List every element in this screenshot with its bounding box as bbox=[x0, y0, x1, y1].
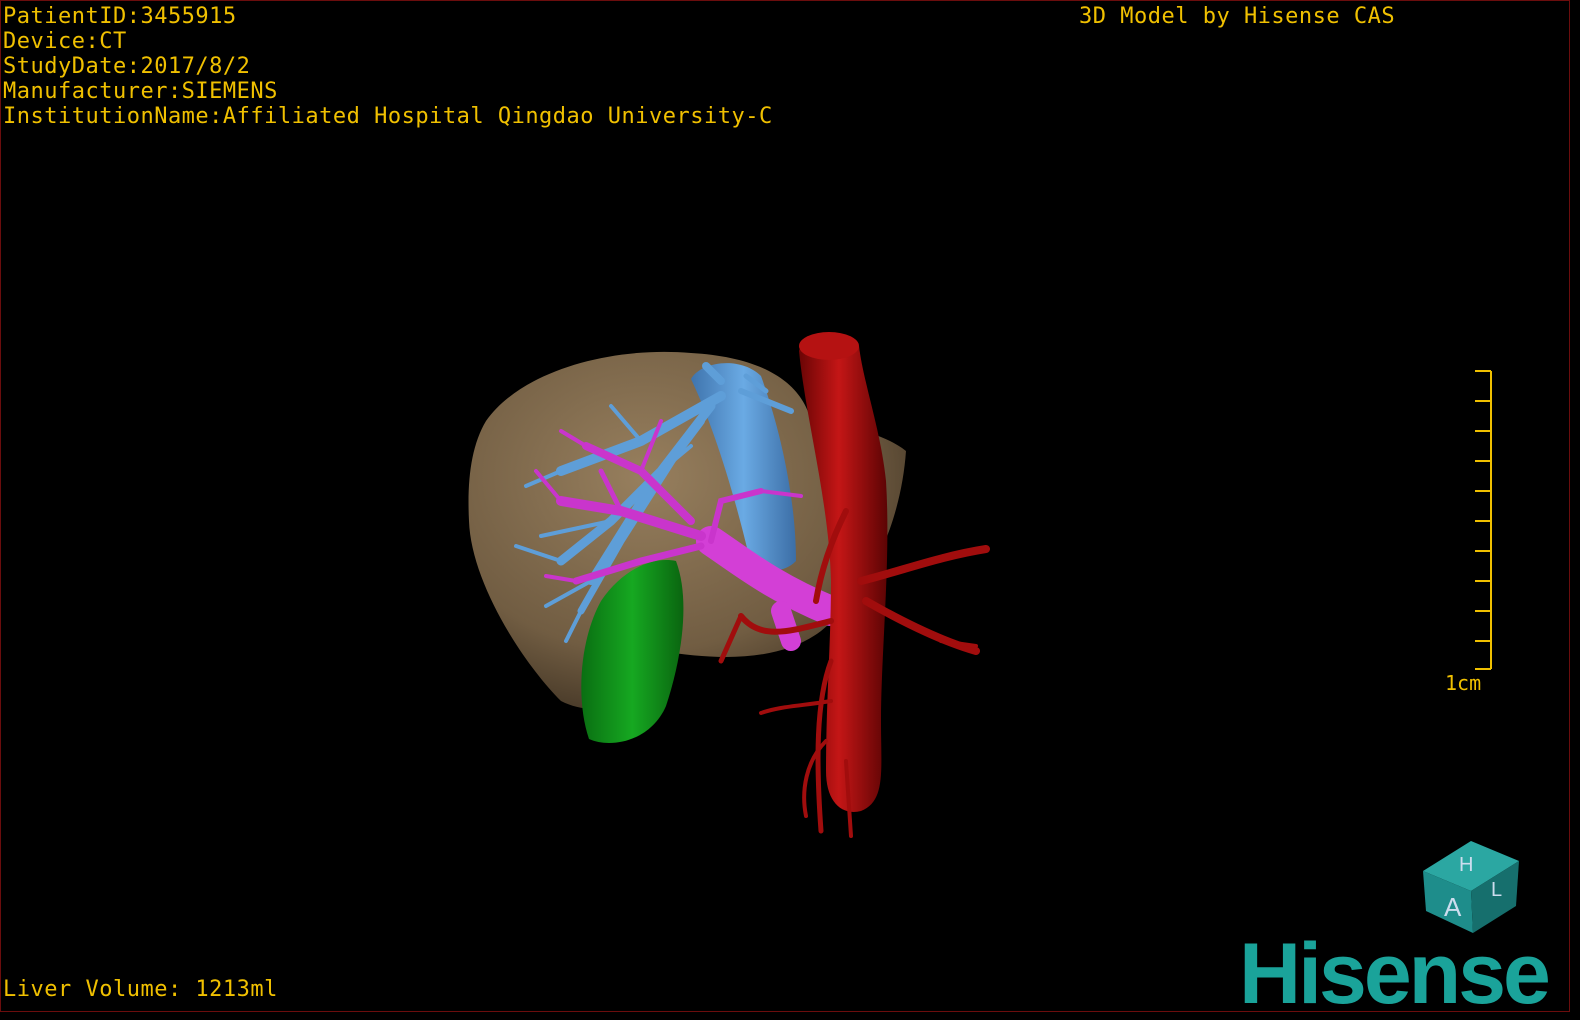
cube-face-side: L bbox=[1491, 879, 1502, 901]
scale-bar bbox=[1475, 370, 1492, 670]
liver-volume-text: Liver Volume: 1213ml bbox=[3, 977, 278, 1002]
aorta-top-opening bbox=[799, 332, 859, 360]
cube-face-top: H bbox=[1459, 854, 1473, 876]
orientation-cube-icon[interactable]: A H L bbox=[1423, 841, 1519, 933]
cube-face-front: A bbox=[1444, 892, 1462, 922]
3d-viewport[interactable]: PatientID:3455915 Device:CT StudyDate:2017… bbox=[0, 0, 1570, 1012]
hisense-logo: Hisense bbox=[1239, 926, 1551, 1012]
scale-bar-label: 1cm bbox=[1445, 671, 1482, 695]
liver-3d-model[interactable]: A H L bbox=[1, 1, 1570, 1012]
